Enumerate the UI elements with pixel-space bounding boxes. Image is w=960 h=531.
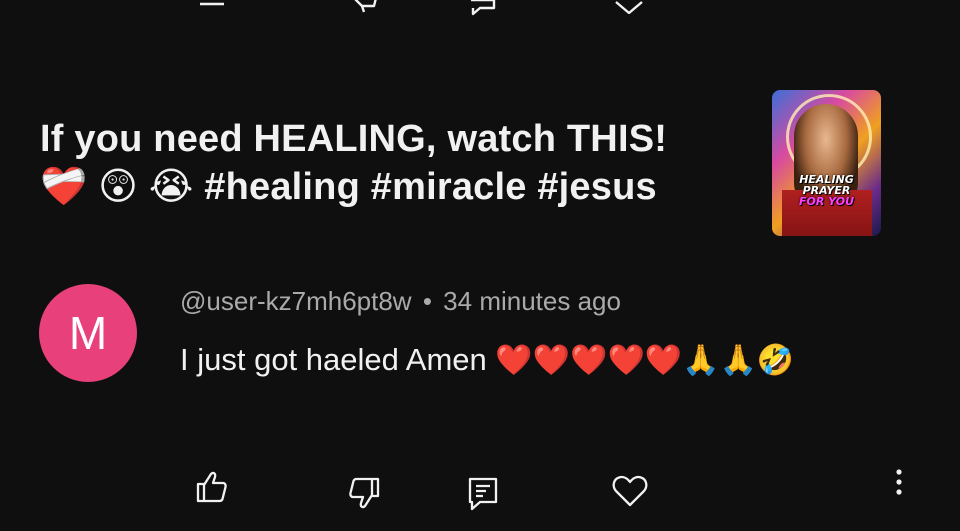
thumbs-up-icon[interactable] (194, 470, 230, 504)
comment-meta: @user-kz7mh6pt8w • 34 minutes ago (180, 284, 621, 318)
meta-separator: • (422, 286, 432, 316)
comment-emojis: ❤️❤️❤️❤️❤️🙏🙏🤣 (495, 343, 795, 378)
comment-actions (0, 468, 960, 518)
reply-icon[interactable] (467, 476, 499, 512)
heart-bandage-emoji: ❤️‍🩹 (40, 164, 88, 208)
comment-author[interactable]: @user-kz7mh6pt8w (180, 286, 412, 316)
comment-time: 34 minutes ago (443, 286, 621, 316)
heart-icon[interactable] (612, 0, 646, 14)
more-vert-icon[interactable] (891, 468, 907, 500)
thumbnail-caption: HEALING PRAYER FOR YOU (772, 174, 881, 207)
thumbs-down-icon[interactable] (346, 476, 382, 510)
astonished-emoji: 😲 (98, 164, 139, 208)
thumbnail-caption-line-3: FOR YOU (798, 195, 855, 208)
comment-body: I just got haeled Amen ❤️❤️❤️❤️❤️🙏🙏🤣 (180, 336, 900, 385)
thumbs-down-icon[interactable] (348, 0, 380, 14)
video-title[interactable]: If you need HEALING, watch THIS! ❤️‍🩹 😲 … (40, 116, 740, 211)
comment-text: I just got haeled Amen (180, 342, 487, 377)
heart-icon[interactable] (611, 474, 649, 508)
crying-emoji: 😭 (148, 164, 194, 208)
thumbs-up-icon[interactable] (196, 0, 228, 8)
reply-icon[interactable] (468, 0, 498, 16)
previous-comment-actions (0, 0, 960, 16)
video-title-text: If you need HEALING, watch THIS! (40, 118, 668, 160)
video-thumbnail[interactable]: HEALING PRAYER FOR YOU (772, 90, 881, 236)
avatar[interactable]: M (39, 284, 137, 382)
video-hashtags[interactable]: #healing #miracle #jesus (204, 166, 657, 208)
